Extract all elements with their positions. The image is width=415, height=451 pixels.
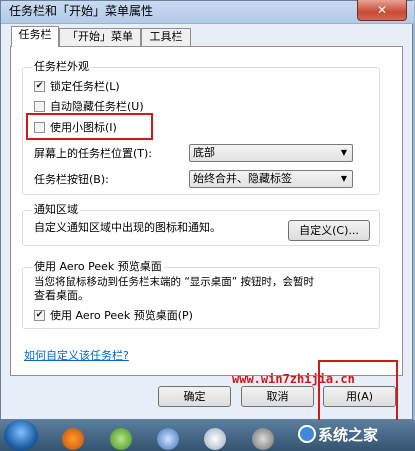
title-bar[interactable]: 任务栏和「开始」菜单属性 ✕: [1, 0, 414, 24]
buttons-label: 任务栏按钮(B):: [34, 173, 109, 186]
notification-desc: 自定义通知区域中出现的图标和通知。: [34, 221, 221, 234]
window-title: 任务栏和「开始」菜单属性: [9, 4, 154, 18]
aero-peek-checkbox[interactable]: ✔: [34, 310, 45, 321]
watermark-site-name: 系统之家: [318, 426, 379, 444]
aero-peek-checkbox-label: 使用 Aero Peek 预览桌面(P): [50, 309, 193, 322]
position-value: 底部: [193, 146, 215, 159]
customize-button[interactable]: 自定义(C)...: [288, 220, 370, 241]
aero-peek-desc-line1: 当您将鼠标移动到任务栏末端的 “显示桌面” 按钮时，会暂时: [34, 276, 315, 288]
watermark-url: www.win7zhijia.cn: [232, 372, 355, 386]
buttons-value: 始终合并、隐藏标签: [193, 172, 292, 185]
close-icon: ✕: [376, 3, 388, 17]
tab-toolbars[interactable]: 工具栏: [141, 28, 191, 46]
position-select[interactable]: 底部 ▼: [189, 144, 353, 162]
lock-taskbar-label: 锁定任务栏(L): [50, 80, 120, 93]
appearance-group-label: 任务栏外观: [32, 60, 91, 73]
tab-taskbar[interactable]: 任务栏: [11, 26, 59, 47]
close-button[interactable]: ✕: [357, 0, 407, 21]
tab-start-menu[interactable]: 「开始」菜单: [59, 28, 141, 46]
start-button[interactable]: [4, 420, 38, 451]
cancel-button[interactable]: 取消: [241, 386, 314, 407]
position-label: 屏幕上的任务栏位置(T):: [34, 147, 153, 160]
app-icon[interactable]: [157, 428, 179, 450]
properties-window: 任务栏和「开始」菜单属性 ✕ 任务栏 「开始」菜单 工具栏 任务栏外观 ✔ 锁定…: [0, 0, 414, 420]
media-icon[interactable]: [204, 428, 226, 450]
chevron-down-icon: ▼: [340, 174, 347, 183]
aero-peek-desc-line2: 查看桌面。: [34, 289, 89, 302]
help-link[interactable]: 如何自定义该任务栏?: [24, 349, 129, 362]
lock-taskbar-checkbox[interactable]: ✔: [34, 81, 45, 92]
notification-group-label: 通知区域: [32, 203, 80, 216]
firefox-icon[interactable]: [62, 428, 84, 450]
settings-icon[interactable]: [252, 428, 274, 450]
buttons-select[interactable]: 始终合并、隐藏标签 ▼: [189, 170, 353, 188]
site-logo-icon: [298, 425, 316, 443]
chevron-down-icon: ▼: [340, 148, 347, 157]
ok-button[interactable]: 确定: [158, 386, 231, 407]
auto-hide-checkbox[interactable]: [34, 101, 45, 112]
aero-peek-group-label: 使用 Aero Peek 预览桌面: [32, 260, 164, 273]
highlight-box-apply: [318, 360, 398, 426]
highlight-box-small-icons: [26, 113, 153, 140]
browser-icon[interactable]: [110, 428, 132, 450]
auto-hide-label: 自动隐藏任务栏(U): [50, 100, 144, 113]
